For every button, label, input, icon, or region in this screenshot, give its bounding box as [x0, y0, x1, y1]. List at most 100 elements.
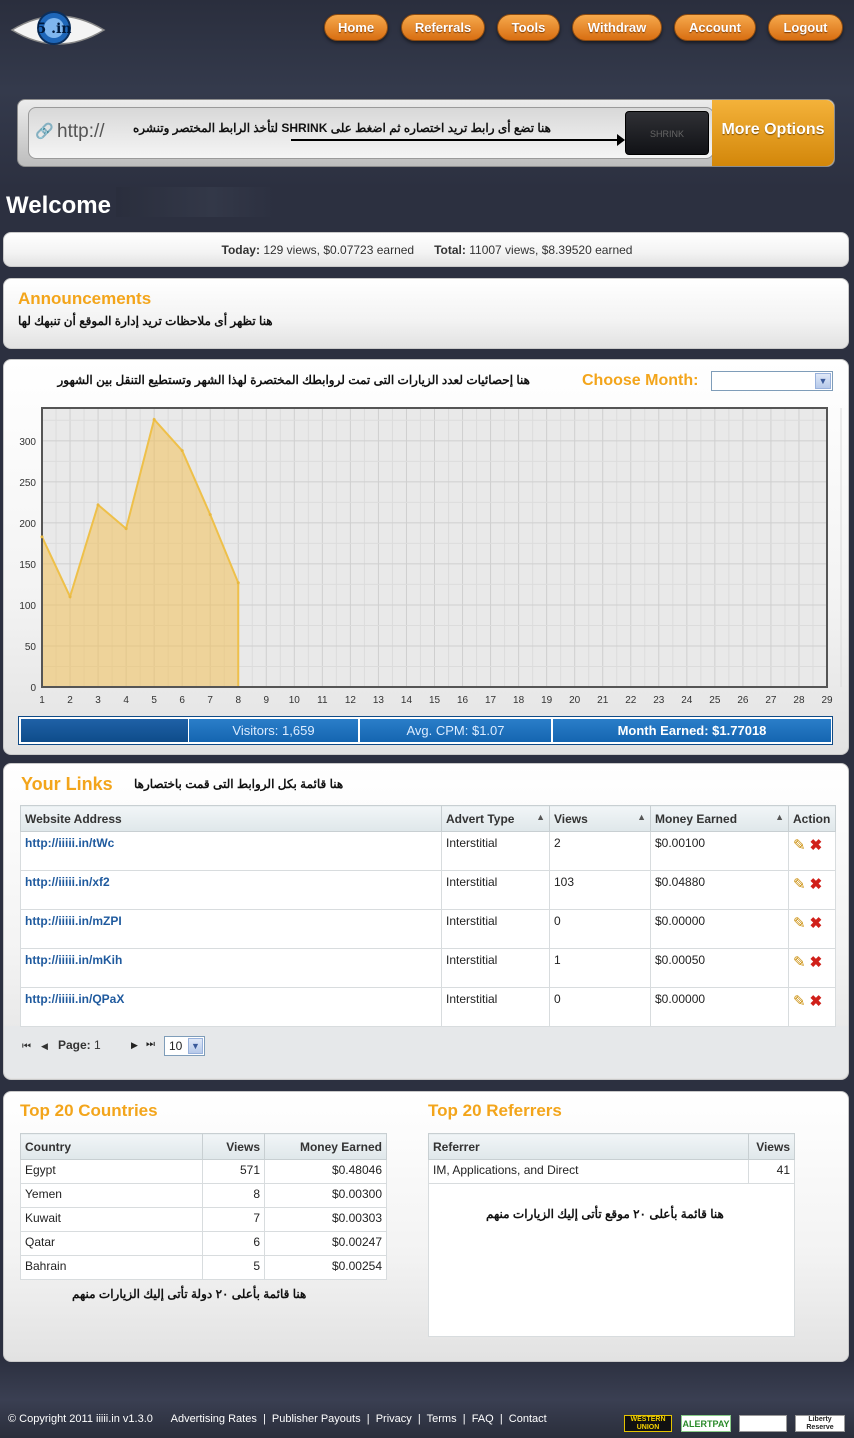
x-tick-label: 5 — [151, 695, 157, 706]
footer-link-faq[interactable]: FAQ — [472, 1413, 494, 1425]
short-link[interactable]: http://iiiii.in/xf2 — [25, 875, 110, 889]
referrer: IM, Applications, and Direct — [433, 1163, 579, 1177]
short-link[interactable]: http://iiiii.in/mKih — [25, 953, 122, 967]
countries-table: Country Views Money Earned Egypt 571 $0.48… — [20, 1133, 387, 1280]
chevron-down-icon: ▼ — [815, 373, 831, 389]
x-tick-label: 9 — [264, 695, 270, 706]
nav-tools[interactable]: Tools — [497, 14, 560, 41]
money-cell: $0.00303 — [264, 1207, 387, 1232]
views-cell: 7 — [202, 1207, 265, 1232]
shrink-button[interactable]: SHRINK — [625, 111, 709, 155]
month-select[interactable]: ▼ — [711, 371, 833, 391]
referrers-table: Referrer Views IM, Applications, and Dir… — [428, 1133, 795, 1184]
col-country[interactable]: Country — [20, 1133, 203, 1160]
total-value: 11007 views, $8.39520 earned — [469, 243, 633, 257]
views-chart: 0501001502002503001 2 3 4 5 6 7 8 9 10 11 12 13 14 15 1… — [19, 407, 842, 706]
nav-account[interactable]: Account — [674, 14, 756, 41]
x-tick-label: 13 — [373, 695, 385, 706]
col-views[interactable]: Views — [748, 1133, 795, 1160]
money: $0.04880 — [655, 875, 706, 889]
links-table: Website Address Advert Type ▲ Views ▲ Mone… — [20, 805, 836, 1027]
copyright: © Copyright 2011 iiiii.in v1.3.0 — [8, 1413, 153, 1425]
footer-link-contact[interactable]: Contact — [509, 1413, 547, 1425]
delete-x-icon[interactable]: ✖ — [810, 876, 823, 893]
x-tick-label: 6 — [179, 695, 185, 706]
table-row: http://iiiii.in/tWc Interstitial 2 $0.00100… — [20, 831, 836, 871]
url-input[interactable]: 🔗 http:// هنا تضع أى رابط تريد اختصاره ث… — [28, 107, 714, 159]
short-link[interactable]: http://iiiii.in/QPaX — [25, 992, 124, 1006]
col-label: Money Earned — [655, 811, 738, 826]
data-point — [124, 527, 128, 531]
advert-type: Interstitial — [446, 992, 498, 1006]
x-tick-label: 7 — [207, 695, 213, 706]
money: $0.00000 — [655, 992, 706, 1006]
views: 0 — [554, 914, 561, 928]
views-cell: 1 — [549, 948, 651, 988]
col-label: Website Address — [25, 811, 122, 826]
nav-withdraw[interactable]: Withdraw — [572, 14, 662, 41]
advert-type-cell: Interstitial — [441, 870, 550, 910]
data-point — [208, 513, 212, 517]
money: $0.00050 — [655, 953, 706, 967]
delete-x-icon[interactable]: ✖ — [810, 993, 823, 1010]
nav-referrals[interactable]: Referrals — [401, 14, 485, 41]
table-row: http://iiiii.in/mKih Interstitial 1 $0.0005… — [20, 948, 836, 988]
footer-link-publisher-payouts[interactable]: Publisher Payouts — [272, 1413, 361, 1425]
data-point — [68, 595, 72, 599]
nav-logout[interactable]: Logout — [768, 14, 843, 41]
nav-home[interactable]: Home — [324, 14, 388, 41]
edit-pencil-icon[interactable]: ✎ — [793, 915, 806, 932]
delete-x-icon[interactable]: ✖ — [810, 837, 823, 854]
footer-link-terms[interactable]: Terms — [427, 1413, 457, 1425]
summary-bar-fill — [21, 719, 188, 742]
col-label: Action — [793, 811, 831, 826]
x-tick-label: 21 — [597, 695, 609, 706]
money: $0.00300 — [331, 1187, 382, 1201]
footer-link-advertising-rates[interactable]: Advertising Rates — [171, 1413, 257, 1425]
col-advert-type[interactable]: Advert Type ▲ — [441, 805, 550, 832]
y-tick-label: 250 — [19, 478, 36, 489]
per-page-select[interactable]: 10 ▼ — [164, 1036, 205, 1056]
data-point — [180, 449, 184, 453]
edit-pencil-icon[interactable]: ✎ — [793, 837, 806, 854]
table-row: Egypt 571 $0.48046 — [20, 1159, 387, 1184]
edit-pencil-icon[interactable]: ✎ — [793, 993, 806, 1010]
col-views[interactable]: Views — [202, 1133, 265, 1160]
edit-pencil-icon[interactable]: ✎ — [793, 954, 806, 971]
table-row: Qatar 6 $0.00247 — [20, 1231, 387, 1256]
money-cell: $0.48046 — [264, 1159, 387, 1184]
col-website-address[interactable]: Website Address — [20, 805, 442, 832]
referrers-note: هنا قائمة بأعلى ٢٠ موقع تأتى إليك الزيار… — [486, 1207, 724, 1221]
x-tick-label: 20 — [569, 695, 581, 706]
money-cell: $0.04880 — [650, 870, 789, 910]
x-tick-label: 29 — [821, 695, 833, 706]
col-label: Referrer — [433, 1139, 480, 1154]
money-cell: $0.00254 — [264, 1255, 387, 1280]
views-cell: 0 — [549, 909, 651, 949]
views-cell: 0 — [549, 987, 651, 1027]
country: Kuwait — [25, 1211, 62, 1225]
x-tick-label: 22 — [625, 695, 637, 706]
col-money-earned[interactable]: Money Earned ▲ — [650, 805, 789, 832]
link-cell: http://iiiii.in/QPaX — [20, 987, 442, 1027]
more-options-button[interactable]: More Options — [712, 100, 834, 166]
last-page-icon[interactable]: ⏭ — [146, 1039, 155, 1050]
prev-page-icon[interactable]: ◀ — [41, 1041, 48, 1051]
short-link[interactable]: http://iiiii.in/tWc — [25, 836, 114, 850]
chevron-down-icon: ▼ — [188, 1038, 203, 1054]
choose-month-label: Choose Month: — [582, 372, 699, 389]
col-money-earned[interactable]: Money Earned — [264, 1133, 387, 1160]
col-referrer[interactable]: Referrer — [428, 1133, 749, 1160]
table-row: http://iiiii.in/xf2 Interstitial 103 $0.048… — [20, 870, 836, 910]
short-link[interactable]: http://iiiii.in/mZPI — [25, 914, 122, 928]
delete-x-icon[interactable]: ✖ — [810, 915, 823, 932]
delete-x-icon[interactable]: ✖ — [810, 954, 823, 971]
footer-link-privacy[interactable]: Privacy — [376, 1413, 412, 1425]
col-views[interactable]: Views ▲ — [549, 805, 651, 832]
data-point — [96, 503, 100, 507]
site-logo[interactable]: 5 .in — [10, 8, 106, 50]
edit-pencil-icon[interactable]: ✎ — [793, 876, 806, 893]
first-page-icon[interactable]: ⏮ — [22, 1041, 31, 1052]
next-page-icon[interactable]: ▶ — [131, 1040, 138, 1051]
month-earned-stat: Month Earned: $1.77018 — [553, 719, 831, 742]
